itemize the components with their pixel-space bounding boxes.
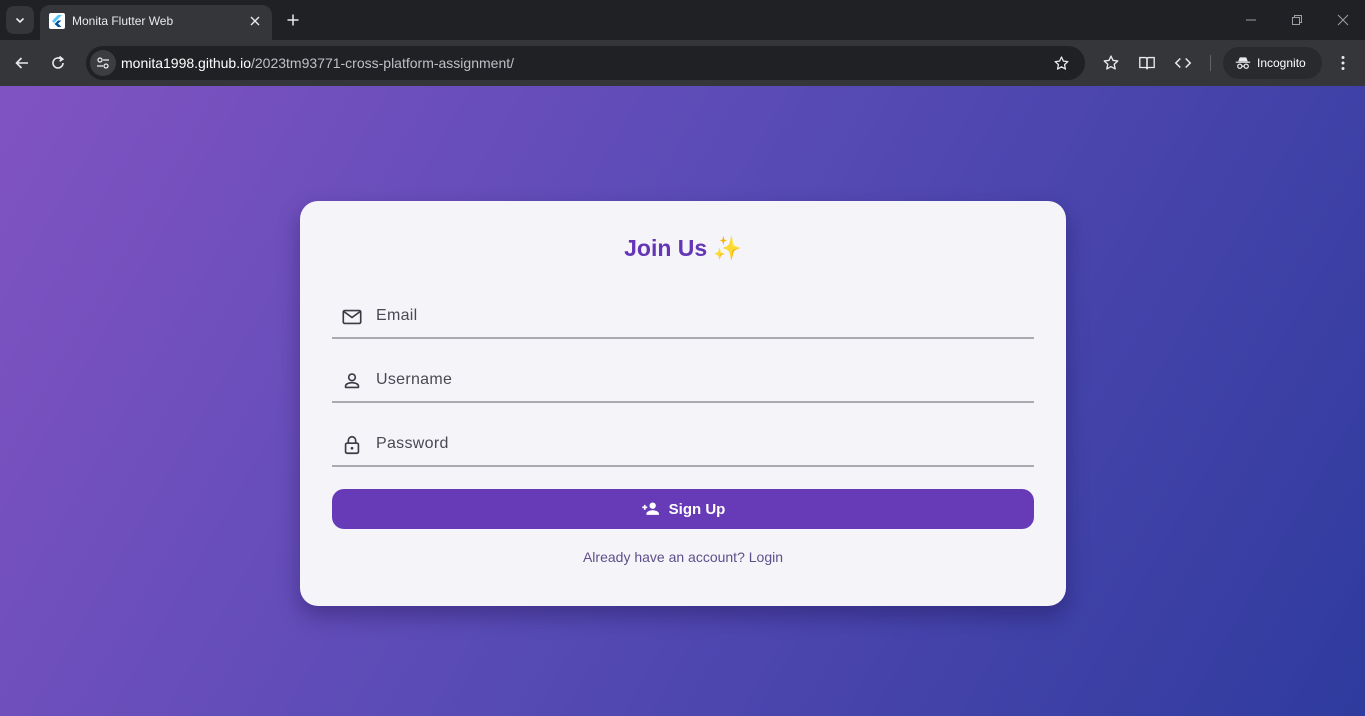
signup-card: Join Us✨ Sign Up Already have an account… (300, 201, 1066, 606)
more-vert-icon (1341, 56, 1345, 70)
chevron-down-icon (15, 17, 25, 24)
tune-icon (97, 57, 109, 69)
password-input[interactable] (376, 429, 1016, 459)
plus-icon (287, 14, 299, 26)
reload-button[interactable] (46, 51, 70, 75)
devtools-button[interactable] (1171, 51, 1195, 75)
browser-tab[interactable]: Monita Flutter Web (40, 5, 272, 40)
title-text: Join Us (624, 235, 708, 261)
incognito-icon (1235, 57, 1251, 69)
tab-search-button[interactable] (6, 6, 34, 34)
reload-icon (52, 55, 65, 69)
tab-title: Monita Flutter Web (72, 14, 174, 28)
incognito-indicator[interactable]: Incognito (1223, 47, 1322, 79)
address-bar[interactable]: monita1998.github.io/2023tm93771-cross-p… (86, 46, 1085, 80)
sign-up-label: Sign Up (668, 500, 726, 518)
username-field[interactable] (332, 353, 1034, 403)
lock-icon (340, 433, 364, 457)
url-path: /2023tm93771-cross-platform-assignment/ (251, 55, 515, 71)
restore-button[interactable] (1283, 8, 1311, 32)
reading-mode-button[interactable] (1135, 51, 1159, 75)
toolbar-divider (1210, 55, 1211, 71)
password-field[interactable] (332, 417, 1034, 467)
star-list-icon (1103, 55, 1119, 70)
minimize-button[interactable] (1237, 8, 1265, 32)
page-viewport: Join Us✨ Sign Up Already have an account… (0, 86, 1365, 716)
menu-button[interactable] (1331, 51, 1355, 75)
login-link[interactable]: Already have an account? Login (300, 549, 1066, 565)
sparkles-emoji: ✨ (713, 235, 742, 261)
window-close-button[interactable] (1329, 8, 1357, 32)
arrow-left-icon (15, 57, 28, 69)
bookmark-button[interactable] (1049, 51, 1073, 75)
tab-close-button[interactable] (246, 12, 264, 30)
page-title: Join Us ✨ (300, 235, 1066, 262)
close-icon (1337, 14, 1349, 26)
username-input[interactable] (376, 365, 1016, 395)
person-add-icon (641, 502, 659, 515)
browser-tab-bar: Monita Flutter Web (0, 0, 1365, 40)
close-icon (250, 16, 260, 26)
email-field[interactable] (332, 289, 1034, 339)
new-tab-button[interactable] (281, 8, 305, 32)
star-icon (1053, 55, 1069, 70)
browser-toolbar: monita1998.github.io/2023tm93771-cross-p… (0, 40, 1365, 86)
flutter-icon (49, 13, 65, 29)
incognito-label: Incognito (1257, 56, 1306, 70)
person-icon (340, 369, 364, 393)
book-icon (1139, 56, 1155, 70)
mail-icon (340, 305, 364, 329)
code-icon (1174, 57, 1192, 69)
url-host: monita1998.github.io (121, 55, 251, 71)
back-button[interactable] (10, 51, 34, 75)
site-info-button[interactable] (90, 50, 116, 76)
url-text: monita1998.github.io/2023tm93771-cross-p… (121, 55, 514, 71)
email-input[interactable] (376, 301, 1016, 331)
bookmarks-button[interactable] (1099, 51, 1123, 75)
sign-up-button[interactable]: Sign Up (332, 489, 1034, 529)
restore-icon (1292, 15, 1302, 25)
minimize-icon (1246, 19, 1256, 21)
